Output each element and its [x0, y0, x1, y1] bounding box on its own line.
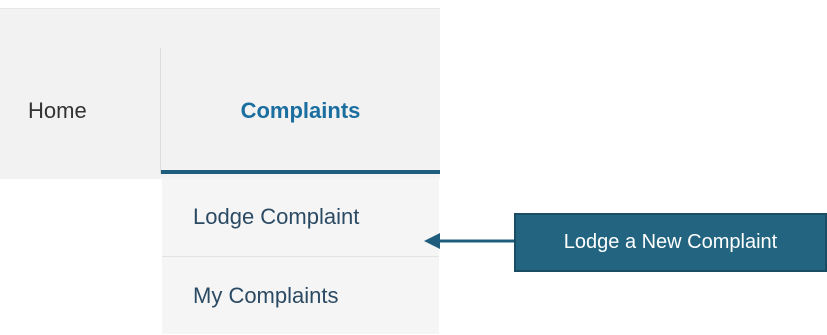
- menu-item-label: My Complaints: [193, 283, 339, 308]
- annotation-callout: Lodge a New Complaint: [514, 213, 827, 272]
- complaints-dropdown-menu: Lodge Complaint My Complaints: [162, 178, 439, 334]
- nav-item-complaints[interactable]: Complaints: [161, 48, 440, 174]
- active-tab-indicator: [161, 170, 440, 174]
- nav-item-home[interactable]: Home: [0, 48, 160, 174]
- left-arrow-icon: [424, 233, 516, 249]
- nav-item-complaints-label: Complaints: [240, 98, 361, 123]
- menu-item-my-complaints[interactable]: My Complaints: [162, 257, 439, 335]
- menu-item-label: Lodge Complaint: [193, 204, 360, 229]
- nav-item-home-label: Home: [28, 98, 87, 123]
- callout-text: Lodge a New Complaint: [563, 231, 778, 253]
- menu-item-lodge-complaint[interactable]: Lodge Complaint: [162, 178, 439, 256]
